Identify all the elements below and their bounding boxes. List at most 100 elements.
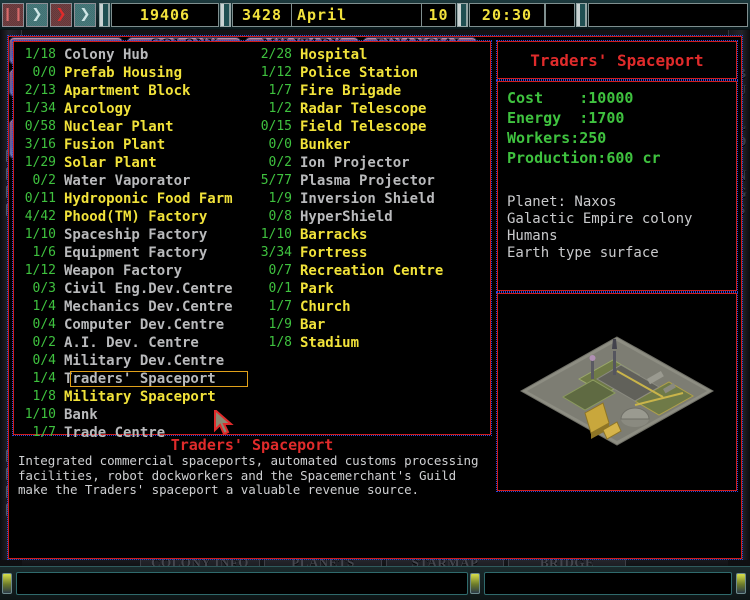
fastest-button[interactable]: ❯ [74,2,96,27]
status-led-right [736,573,746,594]
building-count: 1/7 [268,299,292,314]
building-row[interactable]: 1/8 Stadium [254,334,490,352]
building-row[interactable]: 1/10 Barracks [254,226,490,244]
building-name: Fortress [300,245,368,261]
building-row[interactable]: 0/0 Prefab Housing [18,64,254,82]
play-button[interactable]: ❯ [26,2,48,27]
building-name: Computer Dev.Centre [64,317,225,333]
fast-forward-button[interactable]: ❯ [50,2,72,27]
building-row[interactable]: 0/7 Recreation Centre [254,262,490,280]
building-list-panel: 1/18 Colony Hub 0/0 Prefab Housing 2/13 Apart… [12,40,492,441]
stat-energy: Energy :1700 [507,109,625,127]
building-row[interactable]: 1/29 Solar Plant [18,154,254,172]
building-count: 0/2 [32,335,56,350]
building-count: 1/4 [32,299,56,314]
building-count: 0/0 [32,65,56,80]
building-count: 1/9 [268,191,292,206]
building-row[interactable]: 2/28 Hospital [254,46,490,64]
clock-tab-icon [457,2,468,27]
building-sprite [498,294,736,490]
building-row[interactable]: 0/4 Military Dev.Centre [18,352,254,370]
building-count: 0/3 [32,281,56,296]
building-count: 1/4 [32,371,56,386]
building-name: Water Vaporator [64,173,191,189]
building-name: A.I. Dev. Centre [64,335,199,351]
building-name: Recreation Centre [300,263,444,279]
building-name: Ion Projector [300,155,410,171]
planet-info: Planet: Naxos Galactic Empire colony Hum… [498,168,736,262]
top-toolbar: ❙❙ ❯ ❯ ❯ 19406 3428 April 10 20:30 [0,0,750,30]
building-row[interactable]: 1/10 Bank [18,406,254,424]
detail-title: Traders' Spaceport [530,50,704,70]
building-count: 2/13 [24,83,56,98]
building-count: 3/16 [24,137,56,152]
building-row[interactable]: 1/34 Arcology [18,100,254,118]
building-row[interactable]: 1/4 Traders' Spaceport [18,370,254,388]
building-name: Phood(TM) Factory [64,209,208,225]
building-name: Plasma Projector [300,173,435,189]
building-row[interactable]: 0/1 Park [254,280,490,298]
building-row[interactable]: 0/2 Ion Projector [254,154,490,172]
building-count: 0/1 [268,281,292,296]
building-count: 1/8 [268,335,292,350]
building-row[interactable]: 1/18 Colony Hub [18,46,254,64]
building-row[interactable]: 1/9 Bar [254,316,490,334]
building-row[interactable]: 4/42 Phood(TM) Factory [18,208,254,226]
building-row[interactable]: 0/0 Bunker [254,136,490,154]
building-count: 1/34 [24,101,56,116]
building-row[interactable]: 0/8 HyperShield [254,208,490,226]
status-led-left [2,573,12,594]
building-row[interactable]: 3/16 Fusion Plant [18,136,254,154]
building-row[interactable]: 0/58 Nuclear Plant [18,118,254,136]
building-row[interactable]: 3/34 Fortress [254,244,490,262]
building-row[interactable]: 1/12 Police Station [254,64,490,82]
building-row[interactable]: 1/7 Fire Brigade [254,82,490,100]
building-name: Civil Eng.Dev.Centre [64,281,233,297]
building-row[interactable]: 0/2 Water Vaporator [18,172,254,190]
building-row[interactable]: 1/4 Mechanics Dev.Centre [18,298,254,316]
stat-cost: Cost :10000 [507,89,634,107]
stat-workers: Workers:250 [507,129,607,147]
pause-button[interactable]: ❙❙ [2,2,24,27]
planet-name: Planet: Naxos [507,194,617,210]
building-count: 1/12 [260,65,292,80]
building-row[interactable]: 1/7 Church [254,298,490,316]
building-count: 1/10 [24,407,56,422]
building-row[interactable]: 1/12 Weapon Factory [18,262,254,280]
building-row[interactable]: 1/9 Inversion Shield [254,190,490,208]
building-name: Radar Telescope [300,101,427,117]
building-name: Bar [300,317,326,333]
building-name: Park [300,281,334,297]
year-display: 3428 [232,2,292,27]
building-count: 0/15 [260,119,292,134]
building-row[interactable]: 1/10 Spaceship Factory [18,226,254,244]
building-row[interactable]: 5/77 Plasma Projector [254,172,490,190]
building-count: 4/42 [24,209,56,224]
game-screen: BUILDINGS COLONY INFO PLANETS STARMAP BR… [0,0,750,600]
credits-display: 19406 [111,2,219,27]
building-row[interactable]: 1/2 Radar Telescope [254,100,490,118]
stat-production: Production:600 cr [507,149,661,167]
building-name: Church [300,299,351,315]
building-name: Mechanics Dev.Centre [64,299,233,315]
building-name: Fusion Plant [64,137,166,153]
message-tab-icon [576,2,587,27]
building-preview-panel [496,292,738,492]
detail-info-panel: Cost :10000 Energy :1700 Workers:250 Pro… [496,80,738,292]
building-row[interactable]: 1/6 Equipment Factory [18,244,254,262]
building-row[interactable]: 0/2 A.I. Dev. Centre [18,334,254,352]
building-row[interactable]: 0/15 Field Telescope [254,118,490,136]
building-count: 1/6 [32,245,56,260]
building-row[interactable]: 0/4 Computer Dev.Centre [18,316,254,334]
building-count: 1/12 [24,263,56,278]
building-name: Arcology [64,101,132,117]
building-name: Prefab Housing [64,65,183,81]
building-row[interactable]: 0/11 Hydroponic Food Farm [18,190,254,208]
buildings-window: 1/18 Colony Hub 0/0 Prefab Housing 2/13 Apart… [7,35,743,560]
building-count: 0/4 [32,353,56,368]
building-name: Military Spaceport [64,389,216,405]
building-row[interactable]: 1/8 Military Spaceport [18,388,254,406]
building-name: Hospital [300,47,368,63]
building-row[interactable]: 0/3 Civil Eng.Dev.Centre [18,280,254,298]
building-row[interactable]: 2/13 Apartment Block [18,82,254,100]
